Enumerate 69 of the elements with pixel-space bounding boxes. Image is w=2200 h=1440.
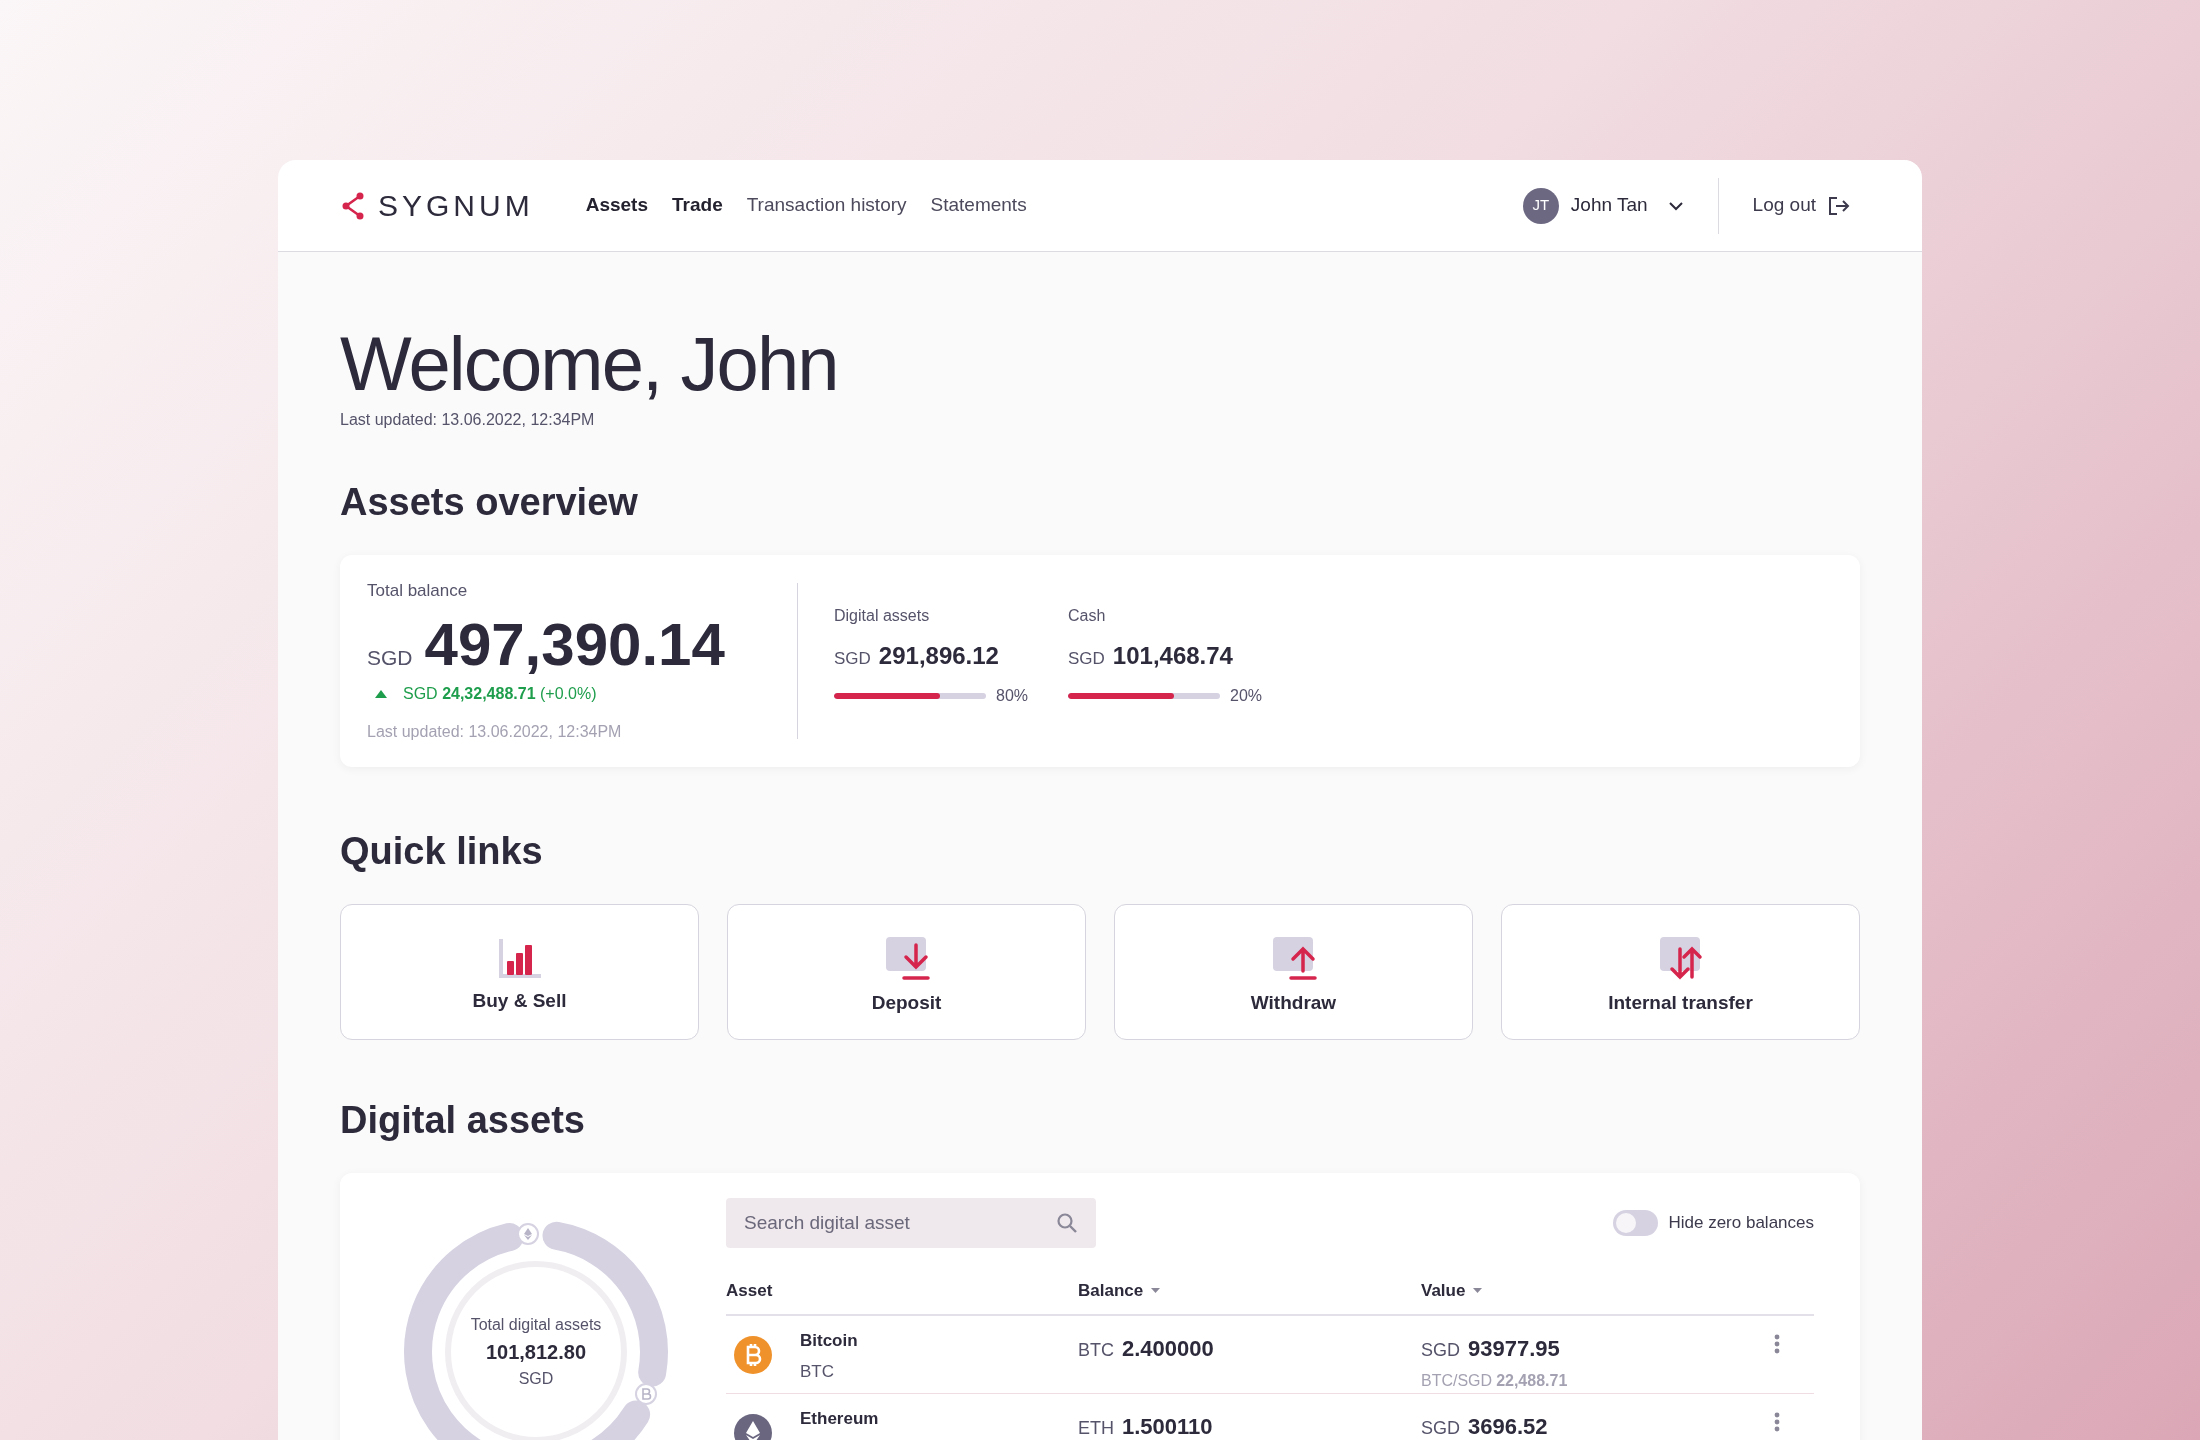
more-options-icon[interactable] <box>1774 1411 1780 1432</box>
upload-icon <box>1270 934 1317 981</box>
asset-name: Bitcoin <box>800 1329 858 1352</box>
value-amount: 3696.52 <box>1468 1412 1548 1440</box>
bitcoin-icon <box>635 1383 657 1405</box>
download-icon <box>883 934 930 981</box>
chevron-down-icon <box>1667 200 1684 211</box>
more-options-icon[interactable] <box>1774 1333 1780 1354</box>
logout-button[interactable]: Log out <box>1752 191 1850 220</box>
column-header[interactable]: Balance <box>1078 1278 1144 1304</box>
quick-link-card[interactable]: Internal transfer <box>1501 904 1860 1040</box>
logo-text: SYGNUM <box>378 188 534 224</box>
part-label: Digital assets <box>834 606 931 626</box>
nav-link[interactable]: Trade <box>672 191 723 220</box>
nav-link[interactable]: Transaction history <box>746 191 907 220</box>
last-updated: Last updated: 13.06.2022, 12:34PM <box>340 410 596 430</box>
section-title: Quick links <box>340 829 544 874</box>
sort-caret-icon <box>1151 1288 1161 1294</box>
section-title: Assets overview <box>340 480 639 525</box>
welcome-title: Welcome, John <box>340 326 839 402</box>
balance-amount: 1.500110 <box>1122 1412 1213 1440</box>
value-amount: 93977.95 <box>1468 1334 1560 1363</box>
column-header[interactable]: Value <box>1421 1278 1466 1304</box>
percent-label: 80% <box>996 686 1029 706</box>
total-balance: 497,390.14 <box>424 610 725 681</box>
quick-link-card[interactable]: Deposit <box>727 904 1086 1040</box>
bar-chart-icon <box>496 936 543 979</box>
asset-ticker: BTC <box>800 1361 835 1383</box>
percent-label: 20% <box>1230 686 1263 706</box>
search-field[interactable]: Search digital asset <box>726 1198 1096 1248</box>
value-unit: SGD <box>1421 1416 1460 1440</box>
column-header[interactable]: Asset <box>726 1278 773 1304</box>
toggle-switch[interactable] <box>1613 1210 1659 1236</box>
transfer-icon <box>1657 934 1704 981</box>
section-title: Digital assets <box>340 1098 586 1143</box>
total-balance-label: Total balance <box>367 579 469 602</box>
ethereum-icon <box>517 1223 539 1245</box>
rate-value: 22,488.71 <box>1496 1370 1568 1391</box>
part-amount: 101,468.74 <box>1112 641 1233 671</box>
balance-unit: ETH <box>1078 1416 1114 1440</box>
user-name: John Tan <box>1570 193 1648 218</box>
quick-link-card[interactable]: Withdraw <box>1114 904 1473 1040</box>
currency-label: SGD <box>834 648 871 670</box>
balance-change: SGD 24,32,488.71 (+0.0%) <box>403 684 597 705</box>
donut-value: 101,812.80 <box>485 1340 587 1365</box>
logout-icon <box>1828 195 1850 216</box>
part-amount: 291,896.12 <box>878 641 999 671</box>
toggle-label: Hide zero balances <box>1668 1212 1814 1235</box>
bitcoin-icon <box>734 1335 772 1374</box>
quick-link-card[interactable]: Buy & Sell <box>340 904 699 1040</box>
nav-link[interactable]: Statements <box>930 191 1027 220</box>
last-updated: Last updated: 13.06.2022, 12:34PM <box>367 722 623 743</box>
currency-label: SGD <box>1068 648 1105 670</box>
user-menu[interactable]: JT John Tan <box>1522 187 1684 224</box>
up-triangle-icon <box>375 690 387 699</box>
currency-label: SGD <box>367 645 413 672</box>
balance-amount: 2.400000 <box>1122 1334 1214 1363</box>
sort-caret-icon <box>1473 1288 1483 1294</box>
avatar: JT <box>1522 187 1559 224</box>
balance-unit: BTC <box>1078 1338 1114 1362</box>
share-logo-icon <box>340 191 366 220</box>
search-icon <box>1056 1212 1078 1234</box>
nav-link[interactable]: Assets <box>585 191 648 220</box>
asset-name: Ethereum <box>800 1407 879 1430</box>
value-unit: SGD <box>1421 1338 1460 1362</box>
donut-label: Total digital assets <box>470 1315 602 1335</box>
part-label: Cash <box>1068 606 1107 626</box>
rate-unit: BTC/SGD <box>1421 1370 1493 1391</box>
donut-currency: SGD <box>518 1369 554 1389</box>
